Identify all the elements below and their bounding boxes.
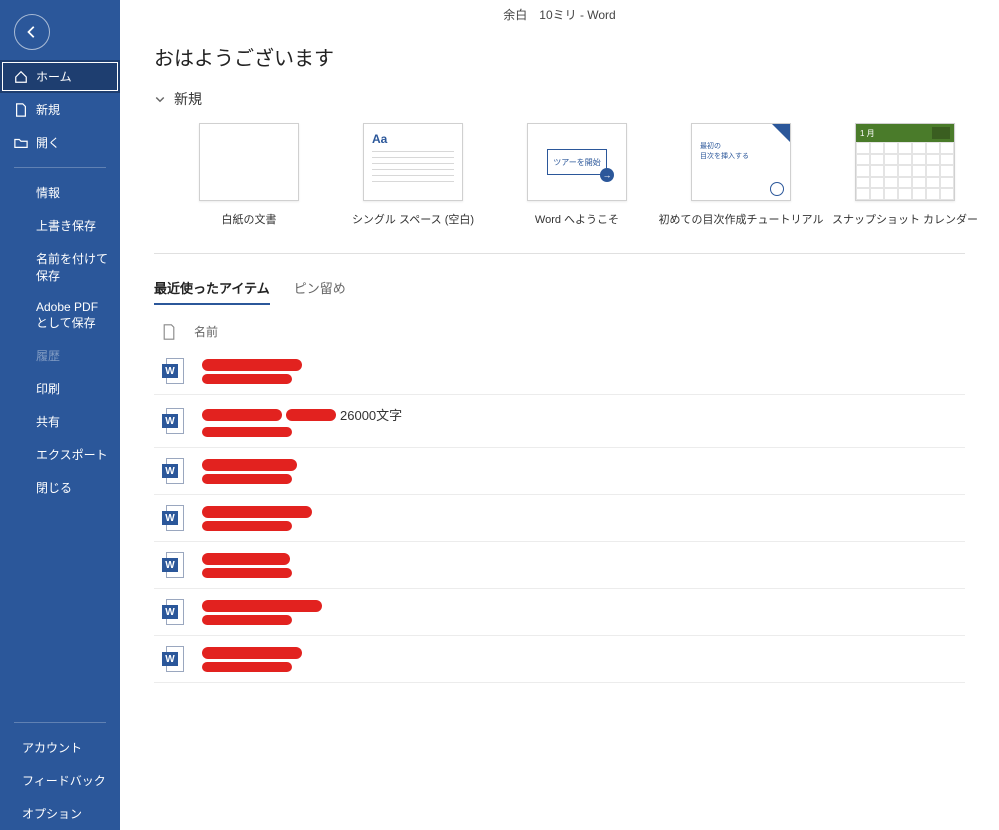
word-file-icon: W [162, 358, 184, 384]
nav-adobepdf[interactable]: Adobe PDF として保存 [0, 292, 120, 339]
template-toc-tutorial[interactable]: 最初の目次を挿入する 初めての目次作成チュートリアル [686, 123, 796, 227]
file-name-redacted [202, 600, 322, 625]
template-snapshot-calendar[interactable]: 1 月 スナップショット カレンダー [850, 123, 960, 227]
nav-export[interactable]: エクスポート [0, 438, 120, 471]
file-row[interactable]: W [154, 348, 965, 395]
window-title: 余白 10ミリ - Word [120, 6, 999, 23]
backstage-sidebar: ホーム 新規 開く 情報 上書き保存 名前を付けて保存 Adobe PDF とし… [0, 0, 120, 830]
nav-open-label: 開く [36, 134, 60, 151]
nav-print[interactable]: 印刷 [0, 372, 120, 405]
nav-save[interactable]: 上書き保存 [0, 209, 120, 242]
nav-new[interactable]: 新規 [0, 93, 120, 126]
file-row[interactable]: W 26000文字 [154, 395, 965, 448]
file-name-redacted [202, 459, 297, 484]
file-new-icon [14, 103, 28, 117]
file-row[interactable]: W [154, 448, 965, 495]
template-toc-thumb: 最初の目次を挿入する [691, 123, 791, 201]
col-name: 名前 [194, 323, 218, 340]
file-name-redacted [202, 647, 302, 672]
section-new-toggle[interactable]: 新規 [154, 89, 965, 109]
file-tabs: 最近使ったアイテム ピン留め [154, 278, 965, 305]
tab-recent[interactable]: 最近使ったアイテム [154, 278, 270, 305]
nav-close[interactable]: 閉じる [0, 471, 120, 504]
nav-options[interactable]: オプション [0, 797, 120, 830]
file-name-redacted [202, 359, 302, 384]
nav-history: 履歴 [0, 339, 120, 372]
nav-account[interactable]: アカウント [0, 731, 120, 764]
file-row[interactable]: W [154, 589, 965, 636]
nav-home[interactable]: ホーム [0, 60, 120, 93]
chevron-down-icon [154, 93, 166, 105]
section-new-label: 新規 [174, 89, 202, 109]
template-calendar-thumb: 1 月 [855, 123, 955, 201]
word-file-icon: W [162, 552, 184, 578]
nav-feedback[interactable]: フィードバック [0, 764, 120, 797]
template-welcome[interactable]: ツアーを開始 Word へようこそ [522, 123, 632, 227]
arrow-left-icon [25, 25, 39, 39]
template-gallery: 白紙の文書 Aa シングル スペース (空白) ツアーを開始 Word へようこ… [154, 123, 965, 241]
file-row[interactable]: W [154, 636, 965, 683]
file-list-header: 名前 [154, 315, 965, 348]
file-name-redacted [202, 553, 292, 578]
word-file-icon: W [162, 599, 184, 625]
nav-info[interactable]: 情報 [0, 176, 120, 209]
word-file-icon: W [162, 505, 184, 531]
nav-home-label: ホーム [36, 68, 72, 85]
divider [154, 253, 965, 254]
file-name-partial: 26000文字 [202, 405, 402, 424]
nav-open[interactable]: 開く [0, 126, 120, 159]
file-row[interactable]: W [154, 495, 965, 542]
file-meta-redacted [202, 427, 292, 437]
word-file-icon: W [162, 458, 184, 484]
greeting-heading: おはようございます [154, 42, 965, 71]
nav-separator-bottom [14, 722, 106, 723]
word-file-icon: W [162, 408, 184, 434]
nav-share[interactable]: 共有 [0, 405, 120, 438]
file-name-redacted [202, 506, 312, 531]
file-icon [162, 324, 176, 340]
recent-file-list: W W 26000文字 W W [154, 348, 965, 683]
template-blank-thumb [199, 123, 299, 201]
nav-separator [14, 167, 106, 168]
file-row[interactable]: W [154, 542, 965, 589]
back-button[interactable] [14, 14, 50, 50]
nav-saveas[interactable]: 名前を付けて保存 [0, 242, 120, 292]
tab-pinned[interactable]: ピン留め [294, 278, 346, 305]
template-blank[interactable]: 白紙の文書 [194, 123, 304, 227]
template-welcome-thumb: ツアーを開始 [527, 123, 627, 201]
nav-new-label: 新規 [36, 101, 60, 118]
template-single-thumb: Aa [363, 123, 463, 201]
word-file-icon: W [162, 646, 184, 672]
main-area: 余白 10ミリ - Word おはようございます 新規 白紙の文書 Aa シング… [120, 0, 999, 830]
home-icon [14, 70, 28, 84]
folder-open-icon [14, 136, 28, 150]
template-single-space[interactable]: Aa シングル スペース (空白) [358, 123, 468, 227]
